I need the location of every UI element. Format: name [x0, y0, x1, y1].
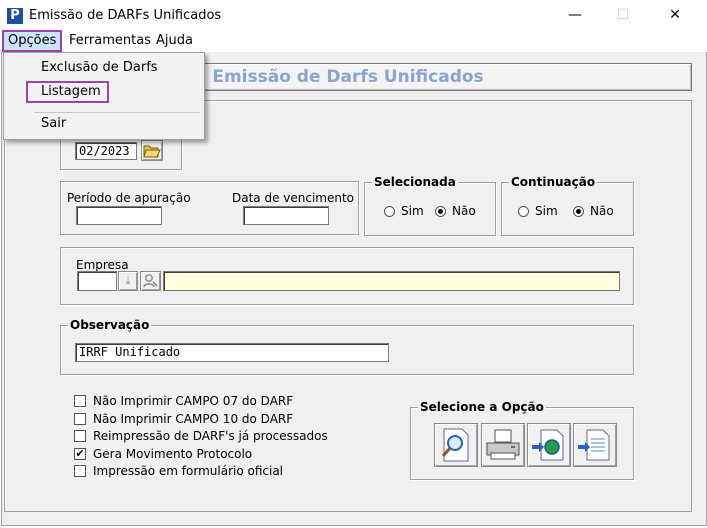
magnifier-page-icon: [441, 428, 469, 462]
vencimento-input[interactable]: [243, 206, 329, 225]
checkbox-gera-movimento[interactable]: ✔: [74, 448, 86, 460]
competencia-input[interactable]: 02/2023: [75, 142, 137, 160]
maximize-button[interactable]: ☐: [600, 0, 646, 30]
empresa-search-button[interactable]: [140, 271, 161, 291]
empresa-download-button[interactable]: ⤓: [118, 271, 138, 291]
continuacao-sim-radio[interactable]: [518, 206, 529, 217]
selecionada-sim-label: Sim: [401, 204, 424, 218]
preview-button[interactable]: [434, 423, 478, 467]
menu-ajuda[interactable]: Ajuda: [150, 30, 199, 52]
selecionada-sim-radio[interactable]: [384, 206, 395, 217]
export-button[interactable]: [527, 423, 571, 467]
observacao-input[interactable]: IRRF Unificado: [75, 343, 389, 362]
menu-opcoes[interactable]: Opções: [2, 30, 63, 52]
continuacao-sim-label: Sim: [535, 204, 558, 218]
checkbox-label-campo07: Não Imprimir CAMPO 07 do DARF: [93, 394, 294, 408]
continuacao-title: Continuação: [509, 175, 598, 189]
opcao-title: Selecione a Opção: [418, 400, 546, 414]
user-search-icon: [143, 274, 158, 288]
menu-item-listagem[interactable]: Listagem: [26, 81, 109, 103]
close-button[interactable]: ✕: [652, 0, 698, 30]
checkbox-formulario-oficial[interactable]: [74, 465, 86, 477]
print-button[interactable]: [481, 423, 525, 467]
competencia-browse-button[interactable]: [141, 140, 163, 161]
folder-open-icon: [143, 145, 161, 158]
opcoes-dropdown: Exclusão de Darfs Listagem Sair: [3, 52, 205, 140]
checkbox-reimpressao[interactable]: [74, 430, 86, 442]
title-bar: P Emissão de DARFs Unificados — ☐ ✕: [0, 0, 707, 30]
checkbox-label-campo10: Não Imprimir CAMPO 10 do DARF: [93, 412, 294, 426]
checkbox-label-reimpressao: Reimpressão de DARF's já processados: [93, 429, 328, 443]
periodo-input[interactable]: [76, 206, 162, 225]
menu-bar: Opções Ferramentas Ajuda: [0, 30, 707, 52]
selecionada-nao-label: Não: [452, 204, 476, 218]
window-title: Emissão de DARFs Unificados: [29, 8, 222, 23]
printer-icon: [486, 429, 520, 460]
document-button[interactable]: [573, 423, 617, 467]
vencimento-label: Data de vencimento: [232, 191, 355, 205]
continuacao-nao-label: Não: [590, 204, 614, 218]
continuacao-nao-radio[interactable]: [573, 206, 584, 217]
menu-ferramentas[interactable]: Ferramentas: [63, 30, 157, 52]
app-icon: P: [7, 8, 23, 24]
empresa-code-input[interactable]: [77, 271, 117, 291]
minimize-button[interactable]: —: [552, 0, 598, 30]
selecionada-nao-radio[interactable]: [435, 206, 446, 217]
checkbox-label-formulario-oficial: Impressão em formulário oficial: [93, 464, 284, 478]
selecionada-title: Selecionada: [372, 175, 458, 189]
export-page-icon: [532, 429, 564, 461]
empresa-label: Empresa: [76, 258, 129, 272]
menu-item-sair[interactable]: Sair: [4, 113, 204, 135]
checkbox-nao-imprimir-campo10[interactable]: [74, 413, 86, 425]
periodo-label: Período de apuração: [67, 191, 191, 205]
document-icon: [578, 429, 610, 461]
empresa-name-input[interactable]: [163, 271, 620, 291]
download-arrow-icon: ⤓: [125, 274, 131, 287]
menu-item-exclusao-darfs[interactable]: Exclusão de Darfs: [4, 57, 204, 79]
checkbox-label-gera-movimento: Gera Movimento Protocolo: [93, 447, 253, 461]
observacao-title: Observação: [68, 318, 152, 332]
checkbox-nao-imprimir-campo07[interactable]: [74, 395, 86, 407]
